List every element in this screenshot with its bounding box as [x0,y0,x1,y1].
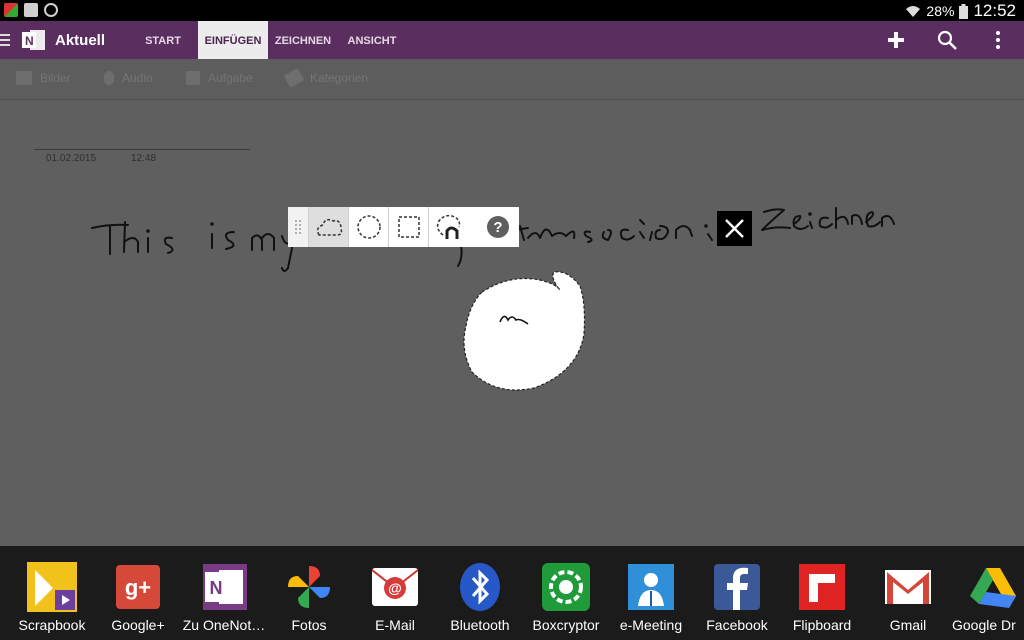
note-page[interactable]: 01.02.2015 12:48 ? [0,100,1024,546]
flipboard-icon [799,564,845,610]
search-icon[interactable] [936,29,958,51]
battery-percent: 28% [926,3,955,19]
magnet-lasso-icon [436,214,461,239]
circle-select-button[interactable] [348,207,388,247]
svg-text:g+: g+ [125,575,151,600]
svg-text:N: N [210,578,223,598]
app-photos[interactable]: Fotos [266,546,352,640]
clock: 12:52 [973,1,1016,20]
app-boxcryptor[interactable]: Boxcryptor [523,546,609,640]
help-button[interactable]: ? [478,207,519,247]
app-facebook[interactable]: Facebook [694,546,780,640]
app-onenote[interactable]: N Zu OneNot… [181,546,267,640]
compass-notification-icon [44,3,58,17]
google-drive-icon [970,568,1016,608]
battery-icon [959,3,969,19]
app-google-drive[interactable]: Google Dr [950,546,1024,640]
add-icon[interactable] [885,29,907,51]
boxcryptor-icon [542,563,590,611]
status-bar: 28% 12:52 [0,0,1024,21]
tab-einfuegen[interactable]: EINFÜGEN [198,21,268,59]
lasso-toolbar: ? [288,207,519,247]
app-gmail[interactable]: Gmail [865,546,951,640]
circle-select-icon [357,215,381,239]
tab-start[interactable]: START [134,21,192,59]
close-icon [725,219,744,238]
grip-icon [295,220,301,234]
onenote-icon: N [203,564,247,610]
app-flipboard[interactable]: Flipboard [779,546,865,640]
gmail-icon [885,570,931,604]
bluetooth-icon [460,563,500,611]
svg-text:@: @ [388,580,402,596]
share-app-dock: Scrapbook g+ Google+ N Zu OneNot… Fotos … [0,546,1024,640]
bag-notification-icon [24,3,38,17]
onenote-logo-icon: N [22,30,45,50]
app-notification-icon [4,3,18,17]
freeform-lasso-icon [316,218,343,236]
ribbon-tags[interactable]: Kategorien [283,67,368,89]
e-meeting-icon [628,564,674,610]
tag-icon [283,67,305,89]
svg-text:?: ? [493,219,502,236]
help-icon: ? [487,216,509,238]
app-bluetooth[interactable]: Bluetooth [437,546,523,640]
notebook-title[interactable]: Aktuell [55,32,105,49]
svg-text:N: N [25,34,34,48]
overflow-menu-icon[interactable] [987,29,1009,51]
ribbon-task[interactable]: Aufgabe [186,71,253,85]
tab-zeichnen[interactable]: ZEICHNEN [270,21,336,59]
freeform-lasso-button[interactable] [308,207,348,247]
camera-icon [16,71,32,85]
lasso-selection[interactable] [460,268,590,396]
close-selection-button[interactable] [717,211,752,246]
app-e-meeting[interactable]: e-Meeting [608,546,694,640]
rectangle-select-button[interactable] [388,207,428,247]
google-plus-icon: g+ [116,565,160,609]
magnet-lasso-button[interactable] [428,207,478,247]
rectangle-select-icon [398,216,420,238]
ribbon-audio[interactable]: Audio [104,71,153,85]
checkbox-icon [186,71,200,85]
app-bar: N Aktuell START EINFÜGEN ZEICHNEN ANSICH… [0,21,1024,59]
app-scrapbook[interactable]: Scrapbook [9,546,95,640]
drawer-menu-icon[interactable] [0,31,10,47]
tab-ansicht[interactable]: ANSICHT [340,21,404,59]
facebook-icon [714,564,760,610]
app-google-plus[interactable]: g+ Google+ [95,546,181,640]
toolbar-drag-handle[interactable] [288,207,308,247]
insert-ribbon: Bilder Audio Aufgabe Kategorien [0,59,1024,100]
microphone-icon [104,71,114,85]
ribbon-pictures[interactable]: Bilder [16,71,71,85]
app-email[interactable]: @ E-Mail [352,546,438,640]
scrapbook-icon [27,562,77,612]
wifi-icon [906,6,921,17]
photos-pinwheel-icon [288,566,330,608]
email-icon: @ [371,568,419,606]
